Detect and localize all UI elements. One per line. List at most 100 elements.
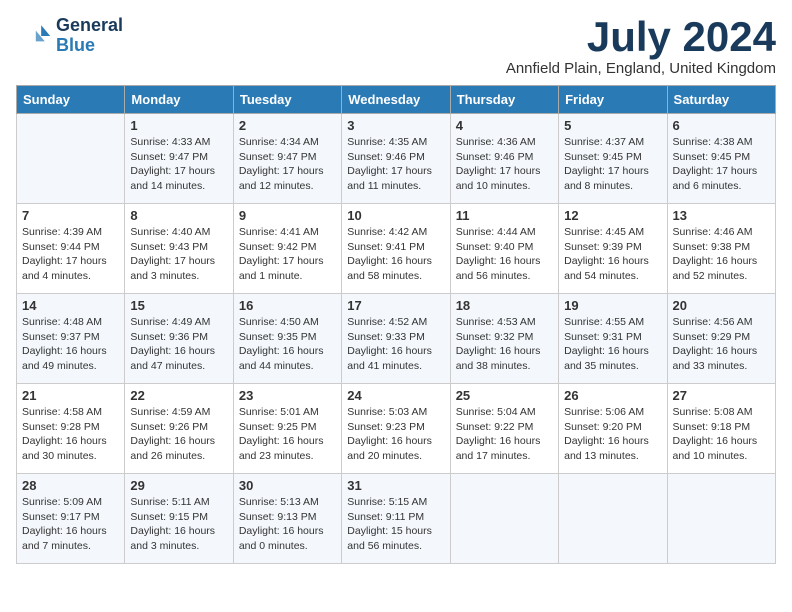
day-number: 12 bbox=[564, 208, 661, 223]
day-info: Sunrise: 4:33 AMSunset: 9:47 PMDaylight:… bbox=[130, 135, 227, 194]
calendar-cell: 4 Sunrise: 4:36 AMSunset: 9:46 PMDaylight… bbox=[450, 114, 558, 204]
day-number: 29 bbox=[130, 478, 227, 493]
calendar-cell: 30 Sunrise: 5:13 AMSunset: 9:13 PMDayligh… bbox=[233, 474, 341, 564]
day-info: Sunrise: 4:42 AMSunset: 9:41 PMDaylight:… bbox=[347, 225, 444, 284]
calendar-cell: 31 Sunrise: 5:15 AMSunset: 9:11 PMDayligh… bbox=[342, 474, 450, 564]
day-number: 3 bbox=[347, 118, 444, 133]
calendar-cell: 14 Sunrise: 4:48 AMSunset: 9:37 PMDayligh… bbox=[17, 294, 125, 384]
calendar-cell: 11Sunrise: 4:44 AMSunset: 9:40 PMDayligh… bbox=[450, 204, 558, 294]
weekday-header-saturday: Saturday bbox=[667, 86, 775, 114]
day-number: 15 bbox=[130, 298, 227, 313]
day-info: Sunrise: 4:58 AMSunset: 9:28 PMDaylight:… bbox=[22, 405, 119, 464]
day-info: Sunrise: 5:15 AMSunset: 9:11 PMDaylight:… bbox=[347, 495, 444, 554]
calendar-cell: 16 Sunrise: 4:50 AMSunset: 9:35 PMDayligh… bbox=[233, 294, 341, 384]
weekday-header-wednesday: Wednesday bbox=[342, 86, 450, 114]
calendar-cell: 5 Sunrise: 4:37 AMSunset: 9:45 PMDaylight… bbox=[559, 114, 667, 204]
calendar-cell: 12Sunrise: 4:45 AMSunset: 9:39 PMDayligh… bbox=[559, 204, 667, 294]
day-info: Sunrise: 4:48 AMSunset: 9:37 PMDaylight:… bbox=[22, 315, 119, 374]
weekday-header-tuesday: Tuesday bbox=[233, 86, 341, 114]
weekday-header-monday: Monday bbox=[125, 86, 233, 114]
calendar-week-2: 7Sunrise: 4:39 AMSunset: 9:44 PMDaylight… bbox=[17, 204, 776, 294]
day-number: 17 bbox=[347, 298, 444, 313]
calendar-cell: 13Sunrise: 4:46 AMSunset: 9:38 PMDayligh… bbox=[667, 204, 775, 294]
day-info: Sunrise: 4:52 AMSunset: 9:33 PMDaylight:… bbox=[347, 315, 444, 374]
day-info: Sunrise: 4:44 AMSunset: 9:40 PMDaylight:… bbox=[456, 225, 553, 284]
day-number: 6 bbox=[673, 118, 770, 133]
calendar-cell: 25Sunrise: 5:04 AMSunset: 9:22 PMDayligh… bbox=[450, 384, 558, 474]
day-number: 2 bbox=[239, 118, 336, 133]
day-info: Sunrise: 5:08 AMSunset: 9:18 PMDaylight:… bbox=[673, 405, 770, 464]
calendar-cell: 18 Sunrise: 4:53 AMSunset: 9:32 PMDayligh… bbox=[450, 294, 558, 384]
calendar-cell: 28Sunrise: 5:09 AMSunset: 9:17 PMDayligh… bbox=[17, 474, 125, 564]
day-info: Sunrise: 4:37 AMSunset: 9:45 PMDaylight:… bbox=[564, 135, 661, 194]
day-number: 27 bbox=[673, 388, 770, 403]
calendar-cell: 1 Sunrise: 4:33 AMSunset: 9:47 PMDaylight… bbox=[125, 114, 233, 204]
calendar-cell: 26 Sunrise: 5:06 AMSunset: 9:20 PMDayligh… bbox=[559, 384, 667, 474]
calendar-cell: 6 Sunrise: 4:38 AMSunset: 9:45 PMDaylight… bbox=[667, 114, 775, 204]
day-info: Sunrise: 4:59 AMSunset: 9:26 PMDaylight:… bbox=[130, 405, 227, 464]
calendar-week-4: 21 Sunrise: 4:58 AMSunset: 9:28 PMDayligh… bbox=[17, 384, 776, 474]
calendar-week-1: 1 Sunrise: 4:33 AMSunset: 9:47 PMDaylight… bbox=[17, 114, 776, 204]
day-number: 14 bbox=[22, 298, 119, 313]
calendar-cell: 15 Sunrise: 4:49 AMSunset: 9:36 PMDayligh… bbox=[125, 294, 233, 384]
day-info: Sunrise: 4:49 AMSunset: 9:36 PMDaylight:… bbox=[130, 315, 227, 374]
day-info: Sunrise: 4:36 AMSunset: 9:46 PMDaylight:… bbox=[456, 135, 553, 194]
calendar-table: SundayMondayTuesdayWednesdayThursdayFrid… bbox=[16, 85, 776, 564]
day-info: Sunrise: 5:11 AMSunset: 9:15 PMDaylight:… bbox=[130, 495, 227, 554]
day-info: Sunrise: 5:03 AMSunset: 9:23 PMDaylight:… bbox=[347, 405, 444, 464]
day-number: 19 bbox=[564, 298, 661, 313]
day-number: 31 bbox=[347, 478, 444, 493]
calendar-cell bbox=[667, 474, 775, 564]
calendar-week-5: 28Sunrise: 5:09 AMSunset: 9:17 PMDayligh… bbox=[17, 474, 776, 564]
day-info: Sunrise: 4:38 AMSunset: 9:45 PMDaylight:… bbox=[673, 135, 770, 194]
day-info: Sunrise: 4:53 AMSunset: 9:32 PMDaylight:… bbox=[456, 315, 553, 374]
day-info: Sunrise: 5:01 AMSunset: 9:25 PMDaylight:… bbox=[239, 405, 336, 464]
day-number: 22 bbox=[130, 388, 227, 403]
day-number: 4 bbox=[456, 118, 553, 133]
calendar-cell: 2 Sunrise: 4:34 AMSunset: 9:47 PMDaylight… bbox=[233, 114, 341, 204]
day-info: Sunrise: 4:56 AMSunset: 9:29 PMDaylight:… bbox=[673, 315, 770, 374]
calendar-cell bbox=[17, 114, 125, 204]
weekday-header-friday: Friday bbox=[559, 86, 667, 114]
calendar-cell: 8Sunrise: 4:40 AMSunset: 9:43 PMDaylight… bbox=[125, 204, 233, 294]
location: Annfield Plain, England, United Kingdom bbox=[506, 60, 776, 77]
calendar-cell: 19Sunrise: 4:55 AMSunset: 9:31 PMDayligh… bbox=[559, 294, 667, 384]
day-number: 20 bbox=[673, 298, 770, 313]
calendar-cell: 20 Sunrise: 4:56 AMSunset: 9:29 PMDayligh… bbox=[667, 294, 775, 384]
weekday-header-row: SundayMondayTuesdayWednesdayThursdayFrid… bbox=[17, 86, 776, 114]
logo: General Blue bbox=[16, 16, 123, 56]
calendar-cell bbox=[559, 474, 667, 564]
day-number: 10 bbox=[347, 208, 444, 223]
day-number: 26 bbox=[564, 388, 661, 403]
day-info: Sunrise: 4:35 AMSunset: 9:46 PMDaylight:… bbox=[347, 135, 444, 194]
day-info: Sunrise: 4:34 AMSunset: 9:47 PMDaylight:… bbox=[239, 135, 336, 194]
day-number: 25 bbox=[456, 388, 553, 403]
day-number: 21 bbox=[22, 388, 119, 403]
calendar-cell: 10 Sunrise: 4:42 AMSunset: 9:41 PMDayligh… bbox=[342, 204, 450, 294]
day-number: 23 bbox=[239, 388, 336, 403]
calendar-cell: 23 Sunrise: 5:01 AMSunset: 9:25 PMDayligh… bbox=[233, 384, 341, 474]
day-number: 18 bbox=[456, 298, 553, 313]
day-number: 30 bbox=[239, 478, 336, 493]
calendar-cell: 24Sunrise: 5:03 AMSunset: 9:23 PMDayligh… bbox=[342, 384, 450, 474]
calendar-cell: 7Sunrise: 4:39 AMSunset: 9:44 PMDaylight… bbox=[17, 204, 125, 294]
calendar-cell: 29 Sunrise: 5:11 AMSunset: 9:15 PMDayligh… bbox=[125, 474, 233, 564]
day-info: Sunrise: 4:50 AMSunset: 9:35 PMDaylight:… bbox=[239, 315, 336, 374]
day-number: 5 bbox=[564, 118, 661, 133]
day-number: 16 bbox=[239, 298, 336, 313]
day-number: 1 bbox=[130, 118, 227, 133]
calendar-cell: 21 Sunrise: 4:58 AMSunset: 9:28 PMDayligh… bbox=[17, 384, 125, 474]
day-number: 7 bbox=[22, 208, 119, 223]
calendar-week-3: 14 Sunrise: 4:48 AMSunset: 9:37 PMDayligh… bbox=[17, 294, 776, 384]
day-info: Sunrise: 4:46 AMSunset: 9:38 PMDaylight:… bbox=[673, 225, 770, 284]
logo-icon bbox=[16, 18, 52, 54]
weekday-header-thursday: Thursday bbox=[450, 86, 558, 114]
calendar-cell bbox=[450, 474, 558, 564]
calendar-cell: 22 Sunrise: 4:59 AMSunset: 9:26 PMDayligh… bbox=[125, 384, 233, 474]
month-title: July 2024 bbox=[506, 16, 776, 58]
calendar-cell: 17 Sunrise: 4:52 AMSunset: 9:33 PMDayligh… bbox=[342, 294, 450, 384]
day-info: Sunrise: 4:41 AMSunset: 9:42 PMDaylight:… bbox=[239, 225, 336, 284]
day-info: Sunrise: 5:13 AMSunset: 9:13 PMDaylight:… bbox=[239, 495, 336, 554]
day-info: Sunrise: 5:06 AMSunset: 9:20 PMDaylight:… bbox=[564, 405, 661, 464]
day-info: Sunrise: 4:40 AMSunset: 9:43 PMDaylight:… bbox=[130, 225, 227, 284]
